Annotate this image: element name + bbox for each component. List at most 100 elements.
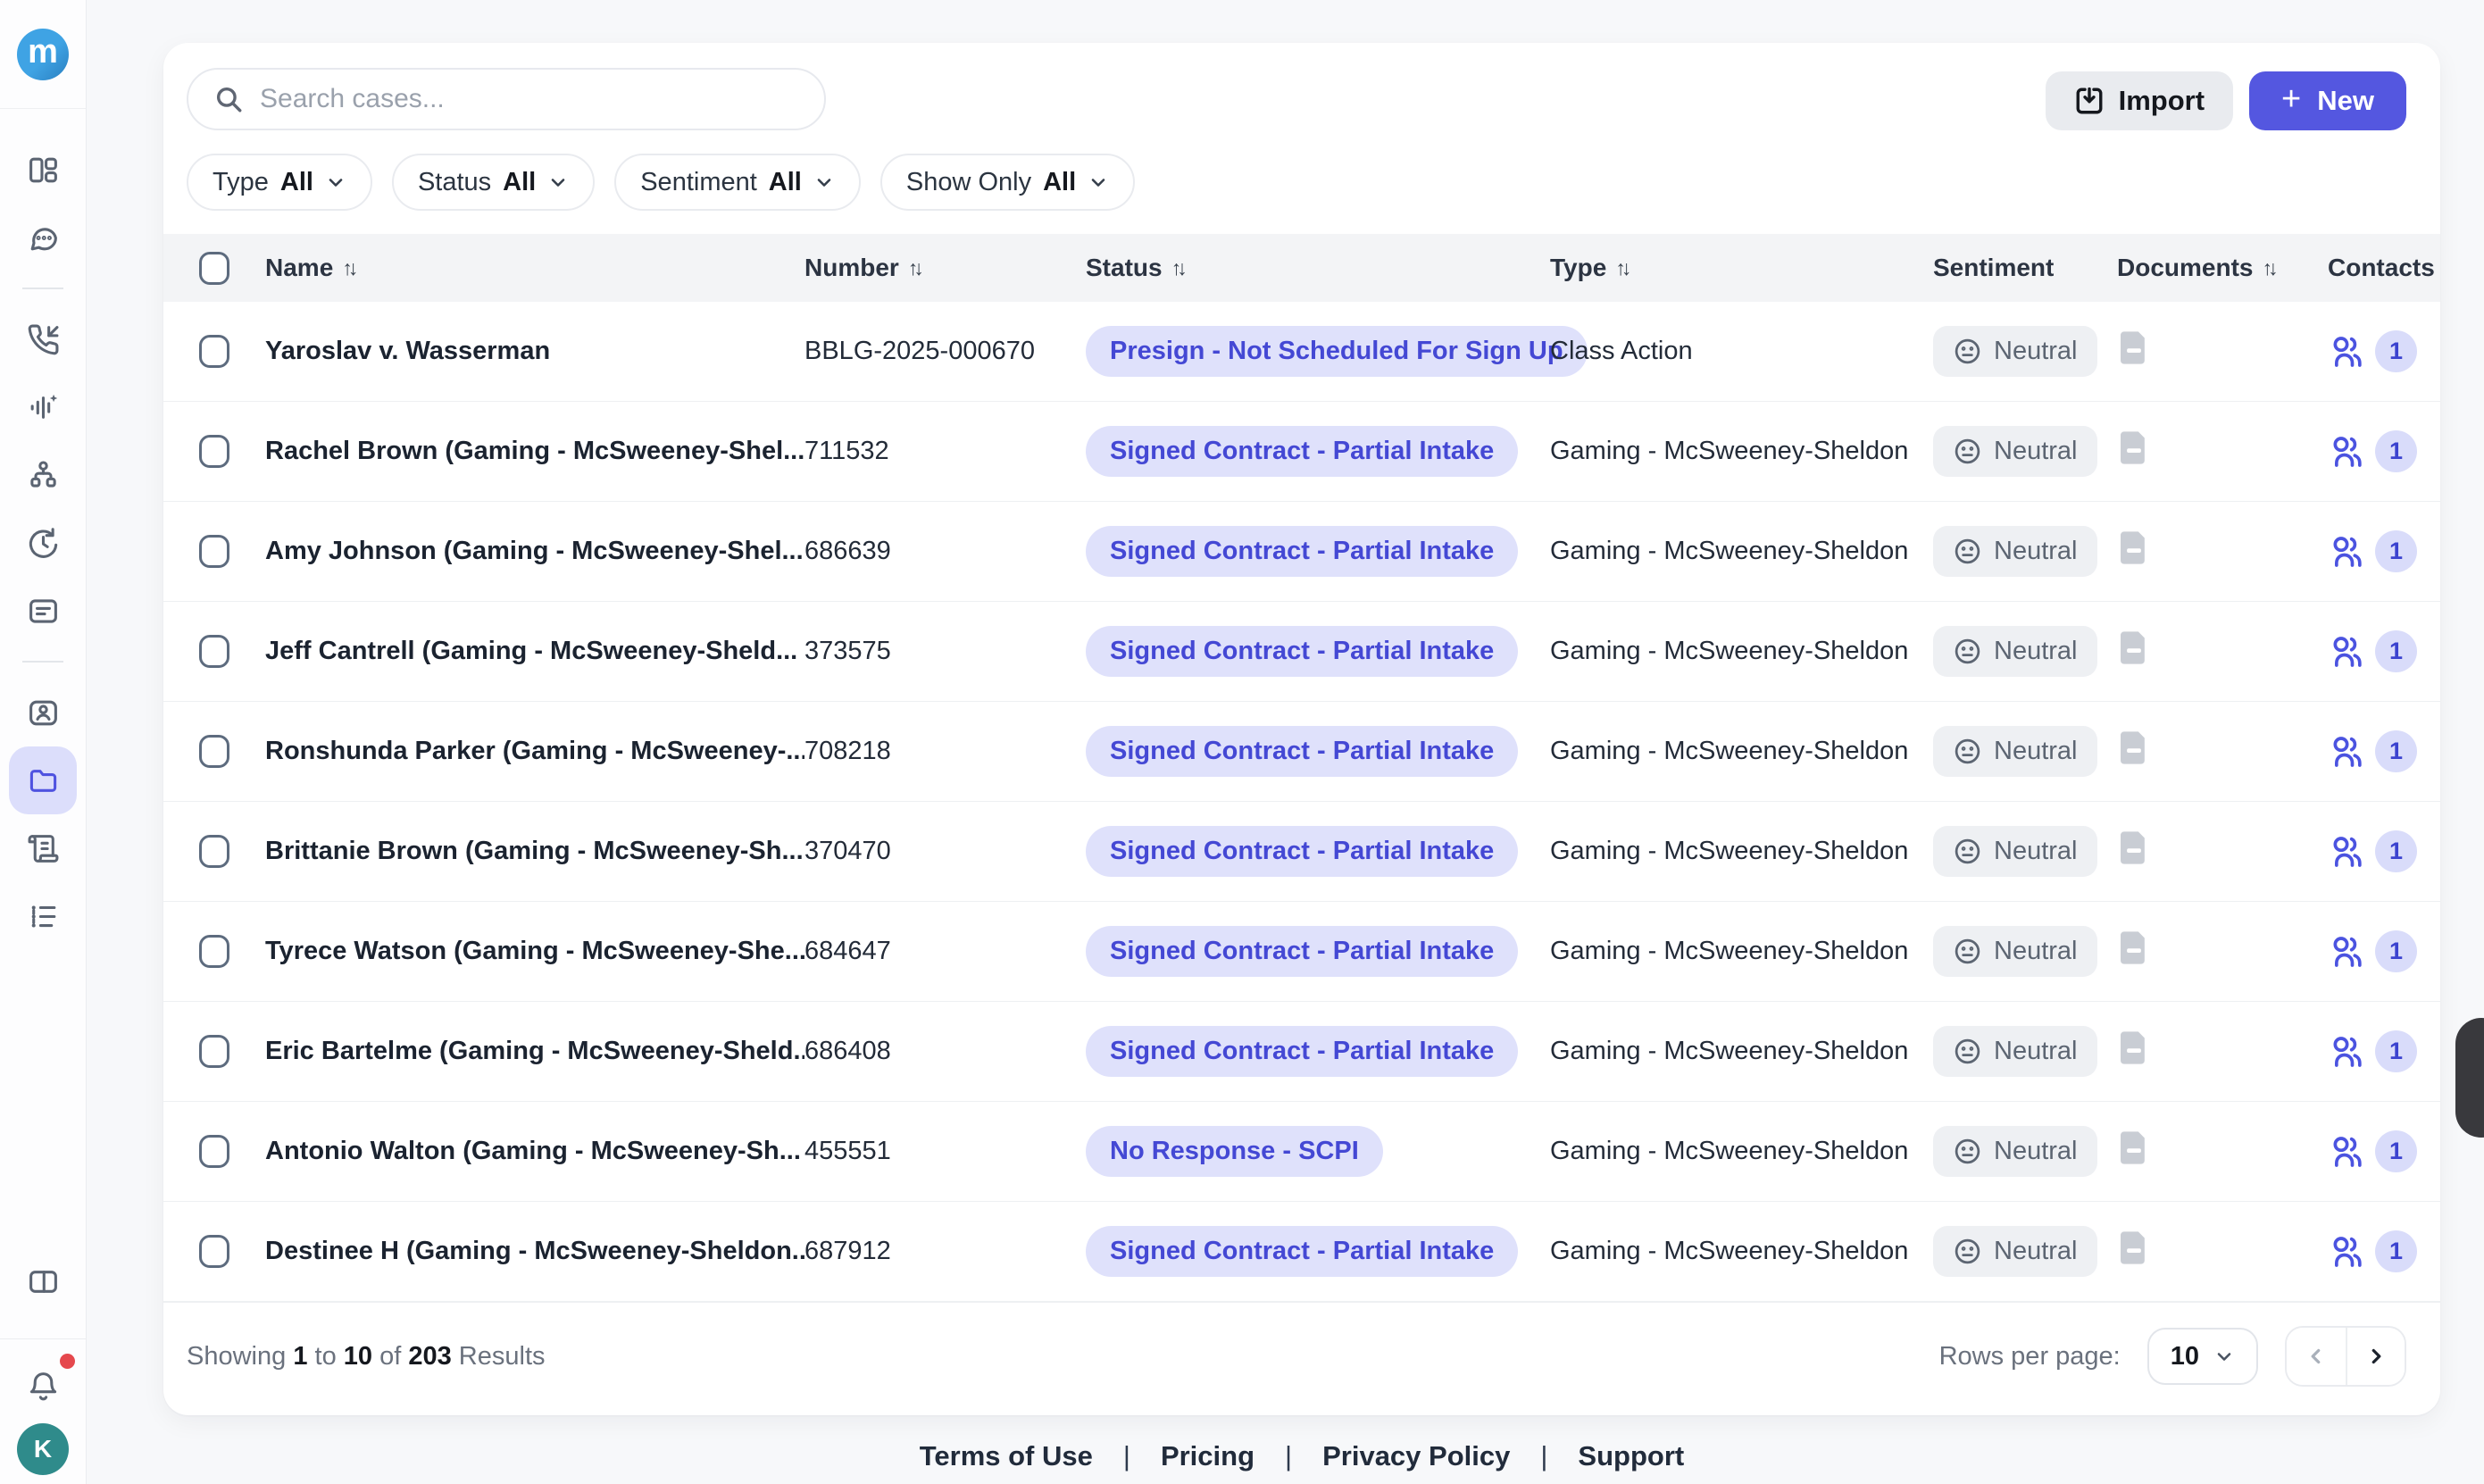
- footer-link-pricing[interactable]: Pricing: [1161, 1440, 1255, 1472]
- sidebar-item-cases[interactable]: [9, 746, 77, 814]
- footer-link-terms[interactable]: Terms of Use: [920, 1440, 1093, 1472]
- case-name[interactable]: Tyrece Watson (Gaming - McSweeney-She...: [265, 937, 804, 966]
- case-name[interactable]: Rachel Brown (Gaming - McSweeney-Shel...: [265, 437, 804, 466]
- case-name[interactable]: Brittanie Brown (Gaming - McSweeney-Sh..…: [265, 837, 804, 866]
- rows-per-page-select[interactable]: 10: [2147, 1328, 2258, 1385]
- sidebar-item-workflows[interactable]: [9, 441, 77, 509]
- status-badge: Presign - Not Scheduled For Sign Up: [1086, 326, 1588, 377]
- case-name[interactable]: Amy Johnson (Gaming - McSweeney-Shel...: [265, 537, 804, 566]
- select-all-checkbox[interactable]: [199, 252, 229, 285]
- row-checkbox[interactable]: [199, 735, 229, 768]
- document-icon[interactable]: [2117, 429, 2151, 466]
- search-box[interactable]: [187, 68, 826, 130]
- filter-sentiment[interactable]: Sentiment All: [614, 154, 861, 211]
- notifications-button[interactable]: [9, 1352, 77, 1420]
- contacts-icon: [2328, 1134, 2363, 1170]
- document-icon[interactable]: [2117, 629, 2151, 666]
- document-icon[interactable]: [2117, 830, 2151, 866]
- case-name[interactable]: Antonio Walton (Gaming - McSweeney-Sh...: [265, 1137, 804, 1166]
- user-avatar[interactable]: K: [17, 1423, 69, 1475]
- table-row[interactable]: Amy Johnson (Gaming - McSweeney-Shel... …: [163, 502, 2440, 602]
- row-checkbox[interactable]: [199, 635, 229, 668]
- case-name[interactable]: Eric Bartelme (Gaming - McSweeney-Sheld.…: [265, 1037, 804, 1066]
- document-icon[interactable]: [2117, 930, 2151, 966]
- neutral-face-icon: [1953, 1237, 1982, 1266]
- table-row[interactable]: Destinee H (Gaming - McSweeney-Sheldon..…: [163, 1202, 2440, 1302]
- new-button[interactable]: + New: [2249, 71, 2406, 130]
- table-row[interactable]: Antonio Walton (Gaming - McSweeney-Sh...…: [163, 1102, 2440, 1202]
- filter-show-only[interactable]: Show Only All: [880, 154, 1135, 211]
- table-row[interactable]: Ronshunda Parker (Gaming - McSweeney-...…: [163, 702, 2440, 802]
- contacts-cell[interactable]: 1: [2328, 530, 2440, 572]
- contacts-cell[interactable]: 1: [2328, 830, 2440, 872]
- sidebar-item-queue[interactable]: [9, 882, 77, 950]
- column-header-name[interactable]: Name↑↓: [265, 254, 804, 282]
- row-checkbox[interactable]: [199, 1235, 229, 1268]
- app-logo[interactable]: m: [17, 29, 69, 80]
- next-page-button[interactable]: [2346, 1328, 2405, 1385]
- document-icon[interactable]: [2117, 1030, 2151, 1066]
- case-name[interactable]: Destinee H (Gaming - McSweeney-Sheldon..…: [265, 1237, 804, 1266]
- case-name[interactable]: Ronshunda Parker (Gaming - McSweeney-...: [265, 737, 804, 766]
- column-header-documents[interactable]: Documents↑↓: [2117, 254, 2328, 282]
- sentiment-label: Neutral: [1994, 637, 2078, 666]
- column-header-type[interactable]: Type↑↓: [1550, 254, 1933, 282]
- contacts-count-badge: 1: [2375, 1130, 2417, 1172]
- case-number: 686639: [804, 537, 1086, 566]
- table-row[interactable]: Eric Bartelme (Gaming - McSweeney-Sheld.…: [163, 1002, 2440, 1102]
- neutral-face-icon: [1953, 1137, 1982, 1166]
- hidden-side-widget[interactable]: [2455, 1018, 2484, 1138]
- row-checkbox[interactable]: [199, 535, 229, 568]
- footer-link-privacy[interactable]: Privacy Policy: [1322, 1440, 1510, 1472]
- row-checkbox[interactable]: [199, 935, 229, 968]
- column-header-number[interactable]: Number↑↓: [804, 254, 1086, 282]
- row-checkbox[interactable]: [199, 835, 229, 868]
- contacts-cell[interactable]: 1: [2328, 730, 2440, 772]
- search-input[interactable]: [260, 84, 760, 114]
- table-row[interactable]: Brittanie Brown (Gaming - McSweeney-Sh..…: [163, 802, 2440, 902]
- contacts-cell[interactable]: 1: [2328, 930, 2440, 972]
- footer-link-support[interactable]: Support: [1578, 1440, 1684, 1472]
- case-number: 455551: [804, 1137, 1086, 1166]
- table-header: Name↑↓ Number↑↓ Status↑↓ Type↑↓ Sentimen…: [163, 234, 2440, 302]
- sentiment-badge: Neutral: [1933, 926, 2097, 977]
- table-row[interactable]: Yaroslav v. Wasserman BBLG-2025-000670 P…: [163, 302, 2440, 402]
- sidebar-item-collapse[interactable]: [9, 1247, 77, 1315]
- sidebar-item-history[interactable]: [9, 509, 77, 577]
- filter-type[interactable]: Type All: [187, 154, 372, 211]
- sidebar-item-messages[interactable]: [9, 204, 77, 271]
- sidebar-item-notes[interactable]: [9, 577, 77, 645]
- contacts-cell[interactable]: 1: [2328, 1230, 2440, 1272]
- sidebar-item-incoming-calls[interactable]: [9, 305, 77, 373]
- contacts-cell[interactable]: 1: [2328, 630, 2440, 672]
- table-body: Yaroslav v. Wasserman BBLG-2025-000670 P…: [163, 302, 2440, 1302]
- table-row[interactable]: Rachel Brown (Gaming - McSweeney-Shel...…: [163, 402, 2440, 502]
- contacts-cell[interactable]: 1: [2328, 430, 2440, 472]
- row-checkbox[interactable]: [199, 1035, 229, 1068]
- document-icon[interactable]: [2117, 529, 2151, 566]
- contacts-cell[interactable]: 1: [2328, 330, 2440, 372]
- contacts-cell[interactable]: 1: [2328, 1130, 2440, 1172]
- document-icon[interactable]: [2117, 1230, 2151, 1266]
- table-row[interactable]: Tyrece Watson (Gaming - McSweeney-She...…: [163, 902, 2440, 1002]
- previous-page-button[interactable]: [2287, 1328, 2346, 1385]
- sidebar-item-dashboard[interactable]: [9, 136, 77, 204]
- neutral-face-icon: [1953, 1037, 1982, 1066]
- sidebar-item-scripts[interactable]: [9, 814, 77, 882]
- document-icon[interactable]: [2117, 1130, 2151, 1166]
- row-checkbox[interactable]: [199, 335, 229, 368]
- row-checkbox[interactable]: [199, 1135, 229, 1168]
- row-checkbox[interactable]: [199, 435, 229, 468]
- sidebar-item-voice-ai[interactable]: [9, 373, 77, 441]
- document-icon[interactable]: [2117, 729, 2151, 766]
- contact-card-icon: [27, 696, 60, 729]
- column-header-status[interactable]: Status↑↓: [1086, 254, 1550, 282]
- document-icon[interactable]: [2117, 329, 2151, 366]
- filter-status[interactable]: Status All: [392, 154, 595, 211]
- sidebar-item-contacts[interactable]: [9, 679, 77, 746]
- case-name[interactable]: Jeff Cantrell (Gaming - McSweeney-Sheld.…: [265, 637, 804, 666]
- table-row[interactable]: Jeff Cantrell (Gaming - McSweeney-Sheld.…: [163, 602, 2440, 702]
- case-name[interactable]: Yaroslav v. Wasserman: [265, 337, 804, 366]
- contacts-cell[interactable]: 1: [2328, 1030, 2440, 1072]
- import-button[interactable]: Import: [2046, 71, 2233, 130]
